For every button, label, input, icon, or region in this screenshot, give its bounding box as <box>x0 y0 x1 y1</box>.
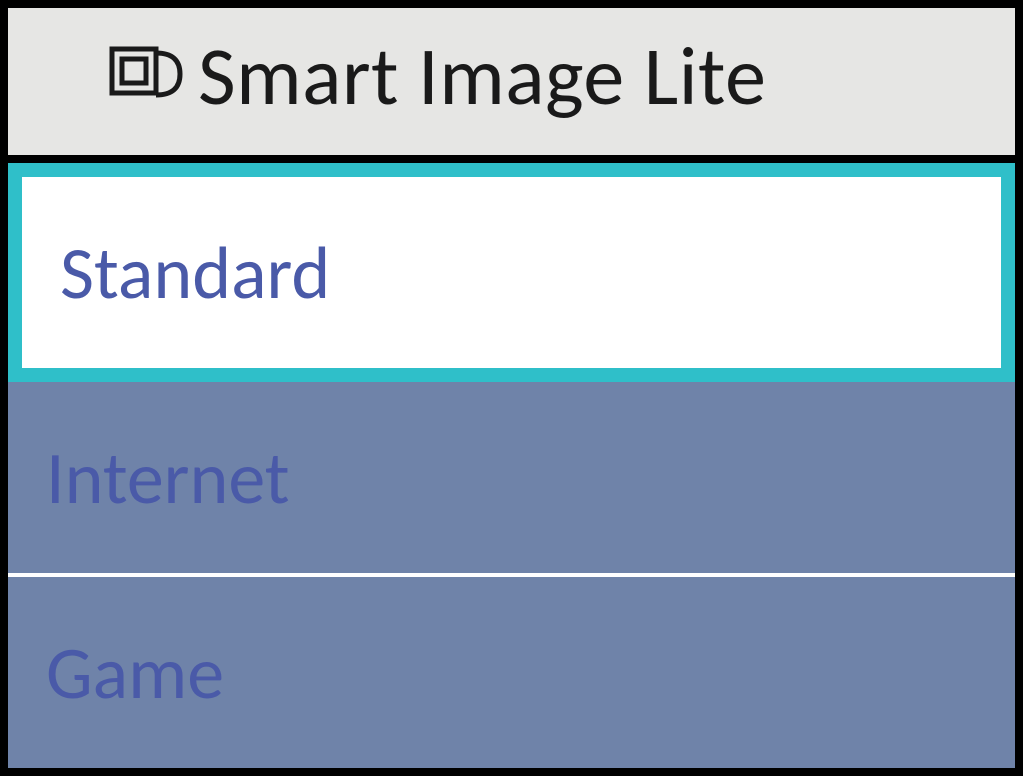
menu-header: Smart Image Lite <box>8 8 1015 163</box>
menu-item-label: Standard <box>60 228 330 318</box>
smartimage-icon <box>108 43 186 110</box>
menu-item-label: Internet <box>46 433 290 523</box>
menu-title: Smart Image Lite <box>198 27 766 127</box>
menu-items-container: Standard Internet Game <box>8 163 1015 768</box>
menu-item-label: Game <box>46 628 224 718</box>
menu-item-standard[interactable]: Standard <box>8 163 1015 382</box>
osd-menu: Smart Image Lite Standard Internet Game <box>0 0 1023 776</box>
menu-item-internet[interactable]: Internet <box>8 382 1015 573</box>
menu-item-game[interactable]: Game <box>8 577 1015 768</box>
